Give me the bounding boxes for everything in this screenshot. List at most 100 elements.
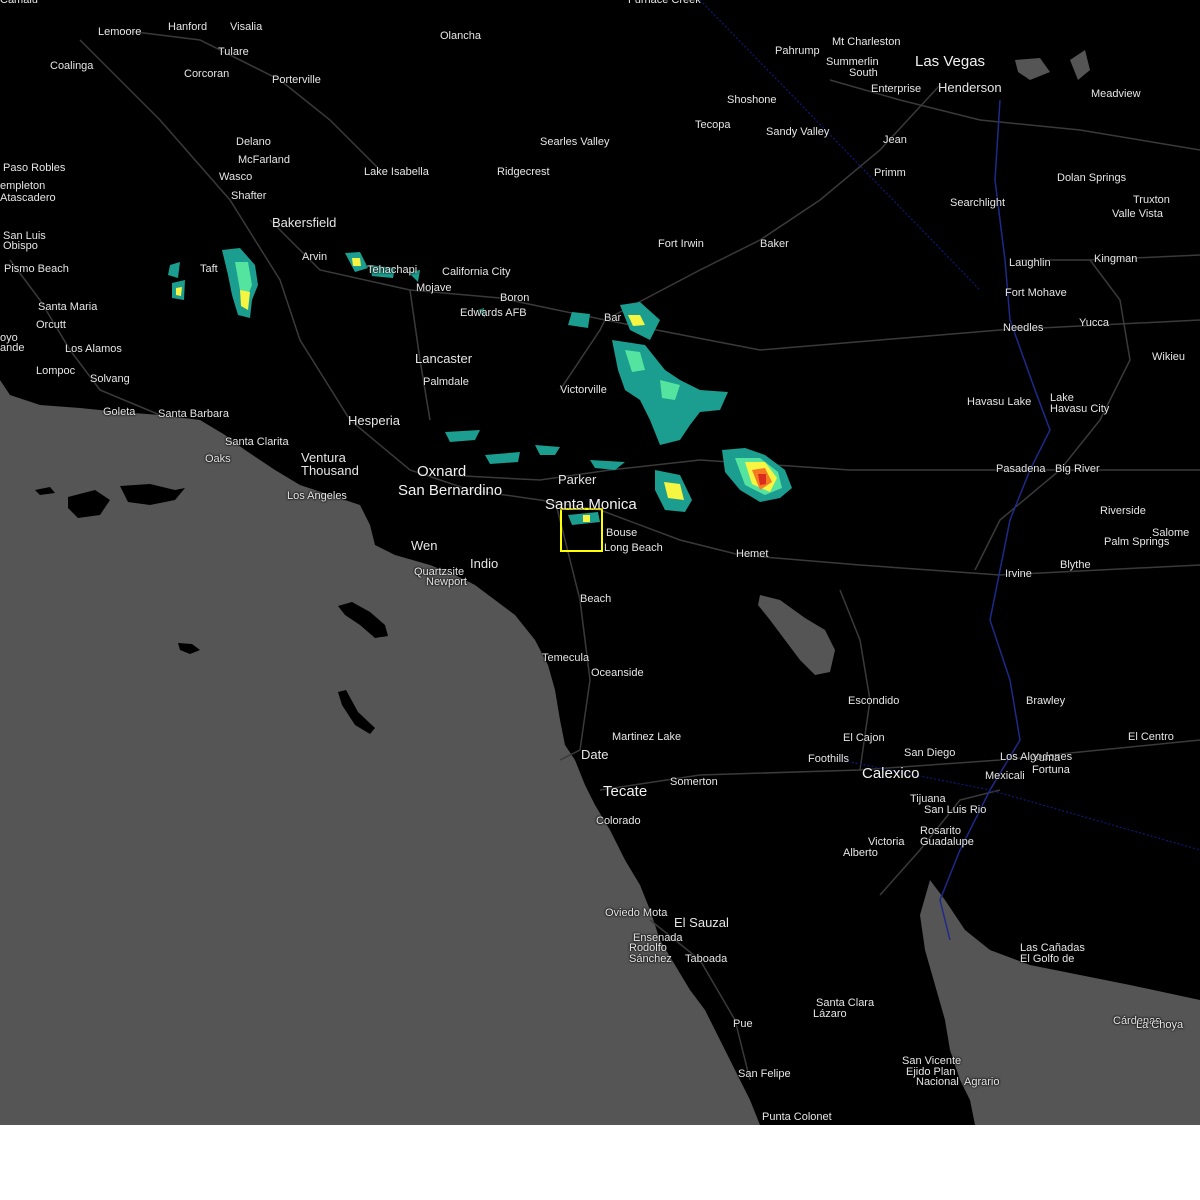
city-label: Las Vegas (915, 53, 986, 70)
city-label: Enterprise (871, 83, 922, 95)
city-label: Thousand (301, 463, 359, 478)
city-label: San Felipe (738, 1068, 791, 1080)
city-label: Hanford (168, 21, 208, 33)
city-label: Riverside (1100, 505, 1146, 517)
salton-sea (758, 595, 835, 675)
city-label: Lake Isabella (364, 166, 429, 178)
city-label: Escondido (848, 695, 900, 707)
city-label: San Bernardino (398, 482, 503, 499)
city-label: Yucca (1079, 317, 1109, 329)
city-label: Santa Barbara (158, 408, 229, 420)
city-label: San Luis Rio (924, 804, 987, 816)
city-label: Goleta (103, 406, 136, 418)
city-label: Fortuna (1032, 764, 1070, 776)
bottom-strip (0, 1125, 1200, 1200)
city-label: Beach (580, 593, 612, 605)
city-label: Victorville (560, 384, 607, 396)
city-label: San Diego (904, 747, 956, 759)
city-label: Fort Irwin (658, 238, 704, 250)
city-label: ande (0, 342, 25, 354)
city-label: Yuma (1032, 752, 1061, 764)
city-label: empleton (0, 180, 46, 192)
city-label: Date (581, 747, 609, 762)
city-label: Baker (760, 238, 789, 250)
city-label: Tulare (218, 46, 249, 58)
city-label: Meadview (1091, 88, 1141, 100)
city-label: Tehachapi (367, 264, 418, 276)
city-label: Oxnard (417, 463, 467, 480)
city-label: Taft (200, 263, 218, 275)
city-label: Salome (1152, 527, 1190, 539)
city-label: Camalú (0, 0, 38, 6)
city-label: Wasco (219, 171, 253, 183)
city-label: Shoshone (727, 94, 777, 106)
city-label: Fort Mohave (1005, 287, 1067, 299)
city-label: Havasu City (1050, 403, 1110, 415)
city-label: Punta Colonet (762, 1111, 832, 1123)
city-label: El Cajon (843, 732, 885, 744)
city-label: Laughlin (1009, 257, 1051, 269)
city-label: Oaks (205, 453, 231, 465)
city-label: Long Beach (604, 542, 663, 554)
city-label: Bar (604, 312, 622, 324)
city-label: Pue (733, 1018, 753, 1030)
city-label: Taboada (685, 953, 728, 965)
city-label: Mt Charleston (832, 36, 901, 48)
city-label: Pahrump (775, 45, 820, 57)
city-label: Porterville (272, 74, 321, 86)
city-label: Alberto (843, 847, 878, 859)
city-label: Oceanside (591, 667, 644, 679)
city-label: Searchlight (950, 197, 1006, 209)
city-label: Boron (500, 292, 530, 304)
city-label: Delano (236, 136, 271, 148)
city-label: Mojave (416, 282, 452, 294)
city-label: El Centro (1128, 731, 1174, 743)
city-label: Needles (1003, 322, 1044, 334)
city-label: Visalia (230, 21, 263, 33)
city-label: Wikieu (1152, 351, 1186, 363)
city-label: Obispo (3, 240, 38, 252)
city-label: Truxton (1133, 194, 1170, 206)
city-label: Olancha (440, 30, 481, 42)
city-label: Palmdale (423, 376, 469, 388)
pacific-ocean (0, 380, 760, 1125)
city-label: Dolan Springs (1057, 172, 1127, 184)
city-label: Martinez Lake (612, 731, 682, 743)
city-label: Pasadena (996, 463, 1046, 475)
city-label: Newport (426, 576, 467, 588)
city-label: La Choya (1136, 1019, 1184, 1031)
city-label: El Golfo de (1020, 953, 1075, 965)
city-label: El Sauzal (674, 915, 729, 930)
city-label: Searles Valley (540, 136, 610, 148)
city-label: Hesperia (348, 413, 401, 428)
city-label: Corcoran (184, 68, 230, 80)
city-label: Irvine (1005, 568, 1032, 580)
city-label: Sánchez (629, 953, 672, 965)
city-label: Los Alamos (65, 343, 122, 355)
city-label: Brawley (1026, 695, 1066, 707)
city-label: Agrario (964, 1076, 1000, 1088)
city-label: Los Angeles (287, 490, 347, 502)
city-label: Furnace Creek (628, 0, 701, 6)
city-label: Guadalupe (920, 836, 974, 848)
city-label: Orcutt (36, 319, 66, 331)
city-label: Lancaster (415, 351, 473, 366)
city-label: Somerton (670, 776, 718, 788)
city-label: Coalinga (50, 60, 94, 72)
city-label: Atascadero (0, 192, 56, 204)
city-label: Santa Monica (545, 496, 637, 513)
city-label: Parker (558, 472, 597, 487)
city-label: Temecula (542, 652, 590, 664)
city-label: South (849, 67, 878, 79)
city-label: Calexico (862, 765, 920, 782)
city-label: Ridgecrest (497, 166, 550, 178)
city-label: Bouse (606, 527, 638, 539)
radar-map[interactable]: Furnace Creek Lemoore Hanford Visalia Olanch… (0, 0, 1200, 1125)
city-label: Big River (1055, 463, 1100, 475)
city-label: Tecate (603, 783, 648, 800)
city-label: Lemoore (98, 26, 142, 38)
city-label: Pismo Beach (4, 263, 69, 275)
city-label: Primm (874, 167, 906, 179)
city-label: Edwards AFB (460, 307, 527, 319)
city-label: Lompoc (36, 365, 76, 377)
